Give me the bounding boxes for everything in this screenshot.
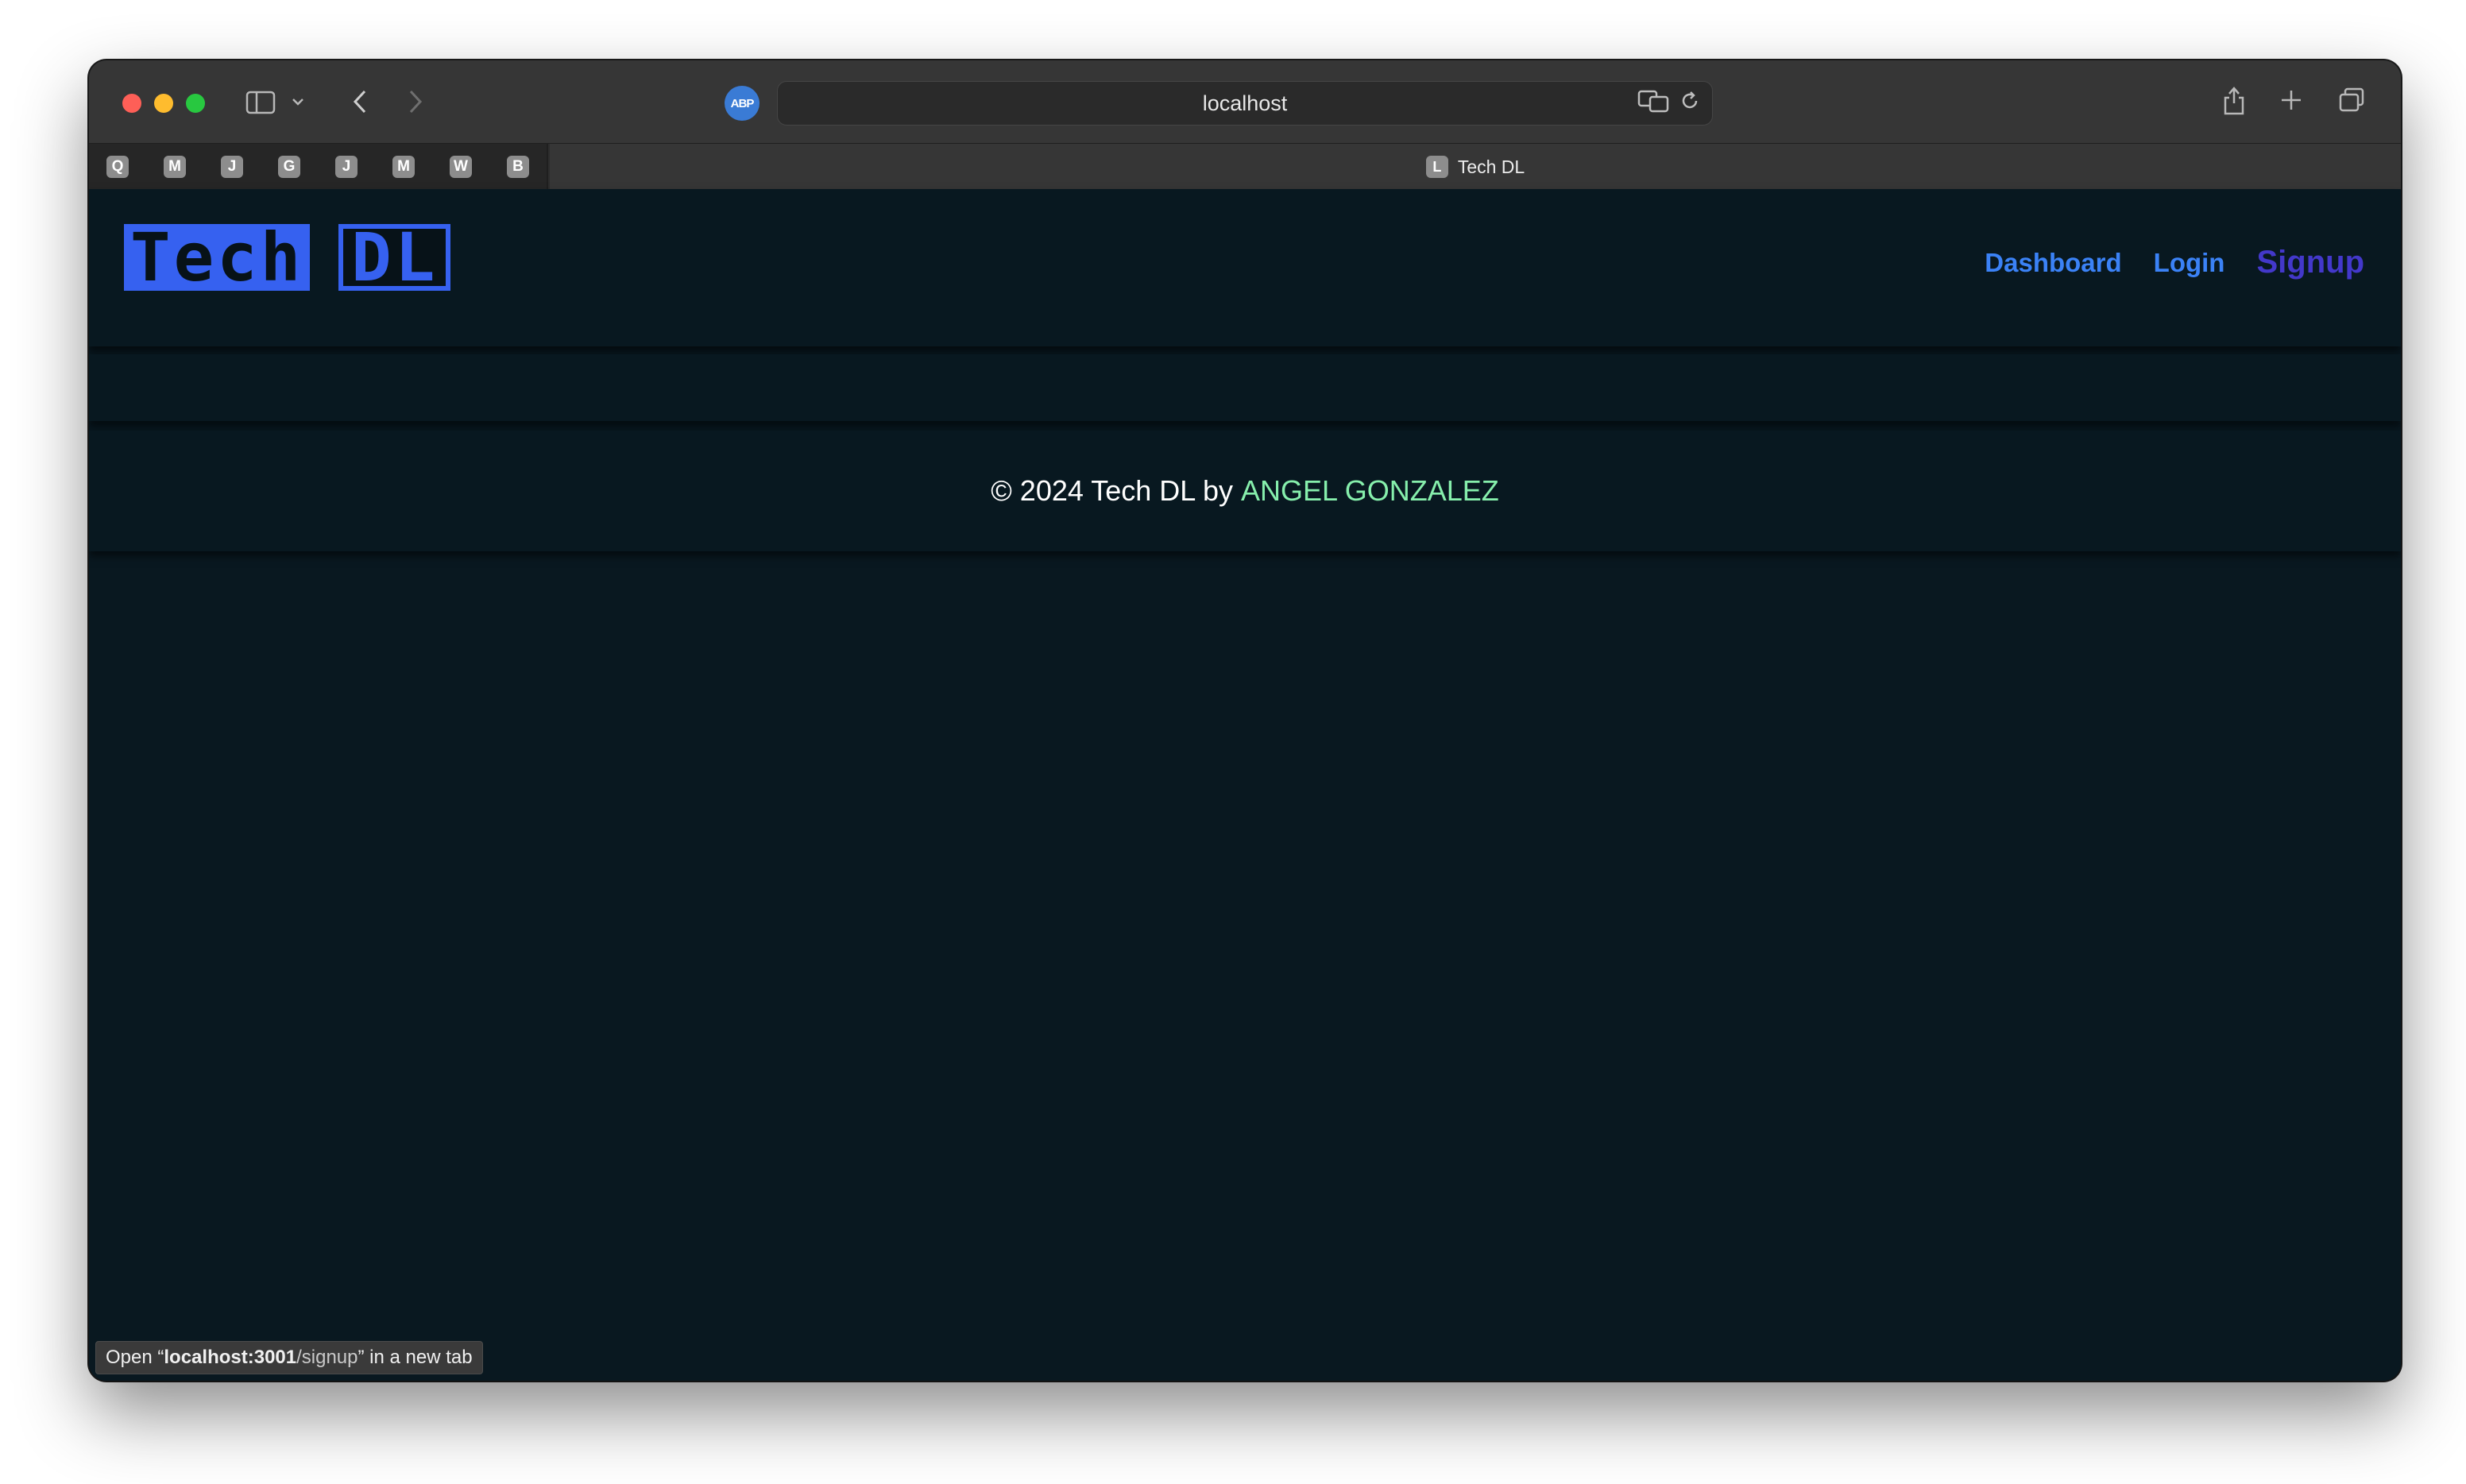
pinned-tab[interactable]: Q [89, 144, 148, 190]
pinned-tab[interactable]: B [489, 144, 548, 190]
pinned-tab-favicon: B [507, 156, 529, 178]
logo-word-dl: DL [338, 224, 451, 291]
site-header: Tech DL Dashboard Login Signup [89, 189, 2401, 346]
link-status-bar: Open “localhost:3001/signup” in a new ta… [95, 1341, 483, 1374]
tab-overview-icon[interactable] [2334, 84, 2369, 116]
pinned-tab[interactable]: J [203, 144, 262, 190]
status-host: localhost:3001 [164, 1347, 297, 1368]
footer-author-link[interactable]: ANGEL GONZALEZ [1241, 474, 1499, 508]
pinned-tab-favicon: M [392, 156, 415, 178]
tab-tech-dl[interactable]: L Tech DL [550, 144, 2401, 190]
pinned-tab[interactable]: G [261, 144, 319, 190]
tab-strip: Q M J G J M W B L Tech DL [89, 143, 2401, 190]
translate-icon[interactable] [1637, 89, 1669, 118]
zoom-window-button[interactable] [186, 94, 205, 113]
forward-arrow-icon[interactable] [404, 87, 427, 116]
pinned-tab-favicon: G [278, 156, 300, 178]
share-icon[interactable] [2218, 81, 2250, 119]
tab-favicon: L [1425, 156, 1448, 178]
web-page: Tech DL Dashboard Login Signup © 2024 Te… [89, 189, 2401, 1381]
back-arrow-icon[interactable] [348, 87, 372, 116]
chevron-down-icon[interactable] [289, 92, 307, 111]
status-suffix: ” in a new tab [358, 1347, 473, 1368]
pinned-tab-favicon: M [164, 156, 186, 178]
new-tab-icon[interactable] [2275, 84, 2307, 116]
browser-window: ABP localhost Q M J G J M W B L Tech DL … [89, 60, 2401, 1381]
sidebar-icon[interactable] [245, 89, 276, 116]
logo-word-tech: Tech [124, 224, 311, 291]
footer-copyright: © 2024 Tech DL by [991, 474, 1233, 507]
status-prefix: Open “ [106, 1347, 164, 1368]
adblock-extension-icon[interactable]: ABP [725, 86, 760, 121]
browser-toolbar: ABP localhost [89, 60, 2401, 143]
address-bar[interactable]: localhost [777, 81, 1713, 126]
pinned-tab-favicon: J [335, 156, 358, 178]
nav-link-signup[interactable]: Signup [2256, 245, 2364, 280]
pinned-tab[interactable]: J [318, 144, 377, 190]
nav-link-login[interactable]: Login [2154, 248, 2225, 278]
reload-icon[interactable] [1679, 90, 1701, 118]
pinned-tab[interactable]: M [375, 144, 434, 190]
site-footer: © 2024 Tech DL by ANGEL GONZALEZ [89, 431, 2401, 551]
minimize-window-button[interactable] [154, 94, 173, 113]
tab-title: Tech DL [1457, 156, 1525, 177]
main-content-area [89, 354, 2401, 421]
status-path: /signup [296, 1347, 358, 1368]
pinned-tab-favicon: J [221, 156, 243, 178]
main-nav: Dashboard Login Signup [1985, 245, 2364, 280]
close-window-button[interactable] [122, 94, 141, 113]
pinned-tab-favicon: W [450, 156, 472, 178]
nav-link-dashboard[interactable]: Dashboard [1985, 248, 2121, 278]
pinned-tab[interactable]: W [432, 144, 491, 190]
url-text: localhost [1202, 91, 1288, 115]
site-logo[interactable]: Tech DL [124, 224, 451, 291]
pinned-tab[interactable]: M [146, 144, 205, 190]
pinned-tab-favicon: Q [106, 156, 129, 178]
